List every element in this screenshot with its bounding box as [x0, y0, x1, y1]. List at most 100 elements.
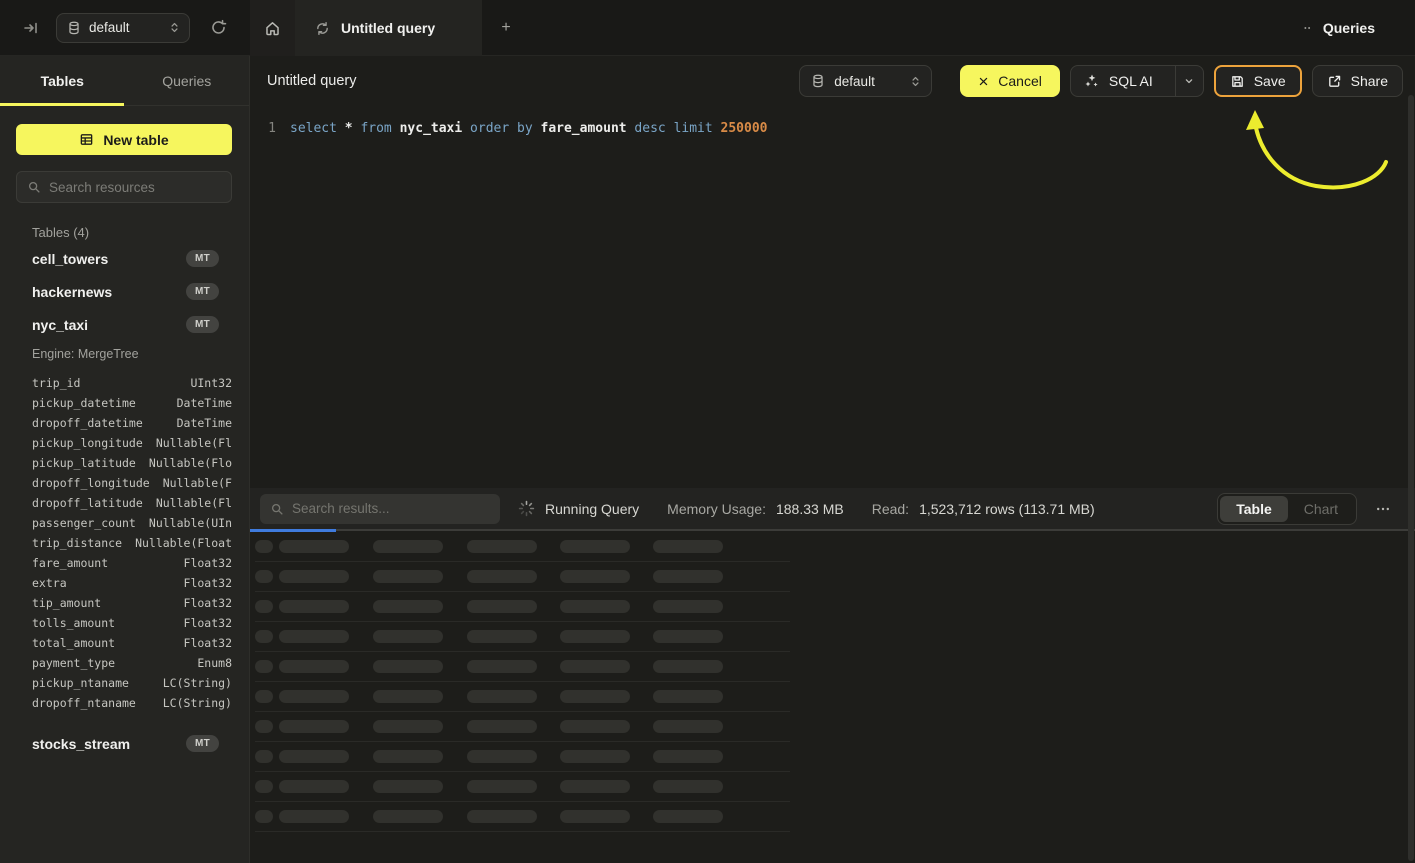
column-name: total_amount	[32, 636, 115, 650]
new-table-label: New table	[103, 132, 168, 148]
column-name: pickup_ntaname	[32, 676, 129, 690]
skeleton-cell	[560, 690, 630, 703]
search-results-input[interactable]	[292, 501, 490, 516]
skeleton-row	[255, 772, 790, 802]
column-row: tolls_amountFloat32	[32, 613, 232, 633]
column-type: Float32	[184, 596, 232, 610]
search-icon	[270, 502, 284, 516]
column-type: Float32	[184, 556, 232, 570]
skeleton-cell	[373, 660, 443, 673]
table-name: stocks_stream	[32, 736, 130, 752]
save-button[interactable]: Save	[1214, 65, 1302, 97]
table-name: cell_towers	[32, 251, 108, 267]
cancel-button[interactable]: Cancel	[960, 65, 1060, 97]
sidebar-collapse-icon[interactable]	[16, 13, 46, 43]
active-tab-underline	[0, 103, 124, 106]
engine-label: Engine: MergeTree	[32, 347, 249, 361]
skeleton-cell	[653, 690, 723, 703]
column-name: tolls_amount	[32, 616, 115, 630]
skeleton-cell	[467, 750, 537, 763]
skeleton-cell	[560, 720, 630, 733]
skeleton-cell	[255, 690, 273, 703]
skeleton-cell	[279, 570, 349, 583]
column-type: DateTime	[177, 396, 232, 410]
skeleton-cell	[279, 660, 349, 673]
skeleton-cell	[653, 600, 723, 613]
sidebar-tabs: Tables Queries	[0, 56, 249, 106]
skeleton-cell	[467, 600, 537, 613]
column-type: LC(String)	[163, 696, 232, 710]
skeleton-cell	[467, 690, 537, 703]
column-name: trip_id	[32, 376, 80, 390]
database-selector-value: default	[89, 20, 160, 35]
column-name: extra	[32, 576, 67, 590]
query-actions: default Cancel SQL AI	[799, 65, 1403, 97]
engine-badge: MT	[186, 735, 219, 752]
table-item-stocks_stream[interactable]: stocks_stream MT	[32, 727, 249, 760]
database-selector[interactable]: default	[56, 13, 190, 43]
table-item-nyc_taxi[interactable]: nyc_taxiMT	[32, 308, 249, 341]
chevron-updown-icon	[909, 75, 922, 88]
queries-link[interactable]: Queries	[1302, 0, 1375, 56]
skeleton-cell	[373, 750, 443, 763]
sql-ai-button[interactable]: SQL AI	[1070, 65, 1204, 97]
skeleton-cell	[467, 810, 537, 823]
skeleton-cell	[467, 720, 537, 733]
column-name: payment_type	[32, 656, 115, 670]
skeleton-cell	[279, 810, 349, 823]
tab-untitled-query[interactable]: Untitled query	[295, 0, 482, 56]
skeleton-cell	[373, 570, 443, 583]
sql-ai-dropdown[interactable]	[1175, 66, 1203, 96]
sql-line-1: 1 select * from nyc_taxi order by fare_a…	[250, 118, 1415, 139]
table-item-cell_towers[interactable]: cell_towersMT	[32, 242, 249, 275]
skeleton-cell	[255, 720, 273, 733]
columns-list: trip_idUInt32pickup_datetimeDateTimedrop…	[32, 373, 249, 713]
skeleton-row	[255, 742, 790, 772]
share-label: Share	[1351, 73, 1388, 89]
column-type: Nullable(Fl	[156, 436, 232, 450]
sql-editor[interactable]: 1 select * from nyc_taxi order by fare_a…	[250, 106, 1415, 488]
skeleton-cell	[467, 630, 537, 643]
table-name: nyc_taxi	[32, 317, 88, 333]
tab-title: Untitled query	[341, 20, 435, 36]
column-row: pickup_datetimeDateTime	[32, 393, 232, 413]
sidebar-tab-queries[interactable]: Queries	[125, 56, 250, 105]
new-tab-button[interactable]: +	[486, 0, 526, 56]
column-type: DateTime	[177, 416, 232, 430]
skeleton-row	[255, 592, 790, 622]
skeleton-cell	[255, 780, 273, 793]
top-bar: default Untitled query + Queries	[0, 0, 1415, 56]
share-button[interactable]: Share	[1312, 65, 1403, 97]
table-item-hackernews[interactable]: hackernewsMT	[32, 275, 249, 308]
column-row: pickup_latitudeNullable(Flo	[32, 453, 232, 473]
refresh-icon[interactable]	[202, 12, 234, 44]
skeleton-cell	[373, 630, 443, 643]
query-database-selector[interactable]: default	[799, 65, 932, 97]
tables-section-header: Tables (4)	[32, 225, 249, 240]
column-row: passenger_countNullable(UIn	[32, 513, 232, 533]
skeleton-cell	[279, 600, 349, 613]
skeleton-cell	[653, 630, 723, 643]
vertical-scrollbar[interactable]	[1408, 95, 1414, 861]
skeleton-cell	[373, 810, 443, 823]
toggle-table[interactable]: Table	[1220, 496, 1288, 522]
skeleton-cell	[653, 540, 723, 553]
column-name: dropoff_longitude	[32, 476, 150, 490]
new-table-button[interactable]: New table	[16, 124, 232, 155]
skeleton-cell	[467, 660, 537, 673]
skeleton-row	[255, 532, 790, 562]
skeleton-cell	[255, 810, 273, 823]
column-row: dropoff_ntanameLC(String)	[32, 693, 232, 713]
search-resources-input[interactable]	[49, 180, 226, 195]
skeleton-row	[255, 622, 790, 652]
column-name: trip_distance	[32, 536, 122, 550]
column-row: trip_distanceNullable(Float	[32, 533, 232, 553]
toggle-chart[interactable]: Chart	[1288, 496, 1354, 522]
column-name: tip_amount	[32, 596, 101, 610]
column-name: pickup_latitude	[32, 456, 136, 470]
home-button[interactable]	[250, 0, 295, 56]
sidebar-tab-tables[interactable]: Tables	[0, 56, 125, 105]
queries-icon	[1302, 22, 1314, 34]
more-options-icon[interactable]	[1371, 497, 1395, 521]
engine-badge: MT	[186, 283, 219, 300]
